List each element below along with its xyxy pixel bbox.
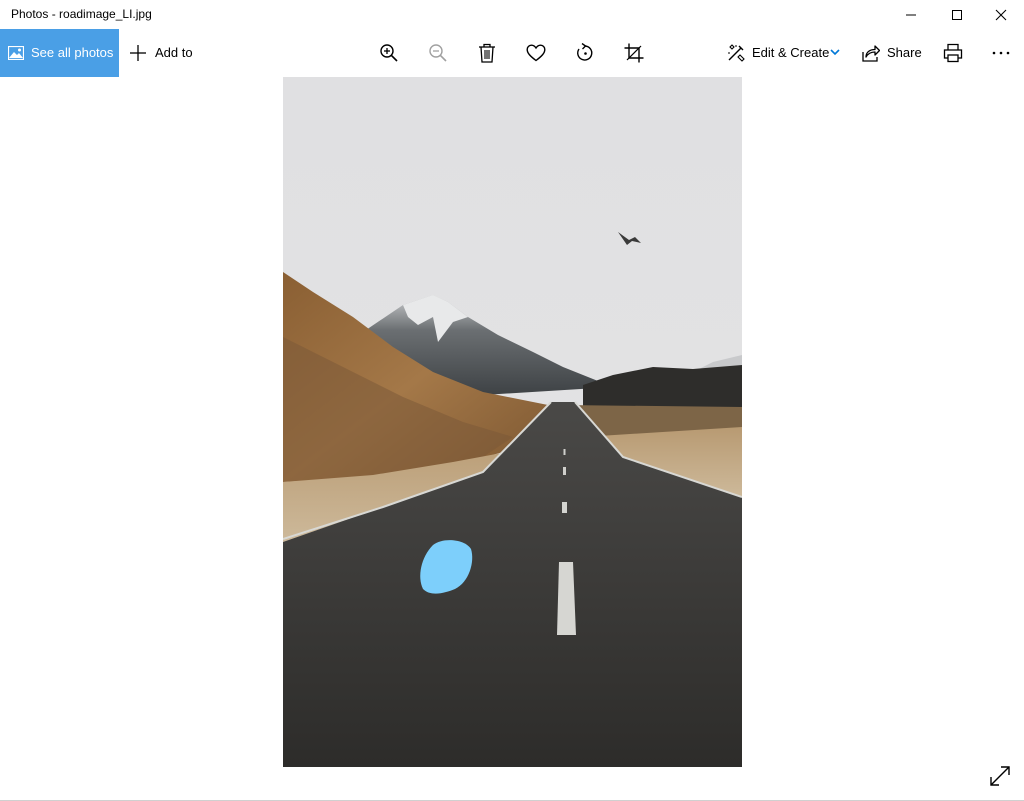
photos-app: Photos - roadimage_LI.jpg See all photos… (0, 0, 1024, 801)
crop-icon (624, 43, 644, 63)
add-to-label: Add to (155, 45, 193, 60)
close-icon (995, 9, 1007, 20)
crop-button[interactable] (623, 42, 645, 64)
photo-icon (8, 46, 24, 60)
edit-create-icon (728, 44, 745, 62)
photo-view[interactable] (283, 77, 742, 767)
rotate-button[interactable] (574, 42, 596, 64)
window-title: Photos - roadimage_LI.jpg (11, 7, 152, 21)
zoom-out-button[interactable] (427, 42, 449, 64)
print-icon (943, 43, 963, 63)
minimize-icon (906, 14, 916, 15)
maximize-button[interactable] (934, 0, 980, 29)
add-to-button[interactable]: Add to (127, 29, 199, 77)
close-button[interactable] (978, 0, 1024, 29)
share-button[interactable]: Share (860, 29, 924, 77)
trash-icon (479, 43, 495, 63)
fullscreen-button[interactable] (988, 764, 1012, 788)
heart-icon (526, 44, 546, 62)
zoom-out-icon (429, 44, 447, 62)
road-photo (283, 77, 742, 767)
minimize-button[interactable] (888, 0, 934, 29)
delete-button[interactable] (476, 42, 498, 64)
edit-create-label: Edit & Create (752, 45, 830, 60)
chevron-down-icon (830, 49, 840, 56)
zoom-in-icon (380, 44, 398, 62)
share-icon (862, 45, 880, 62)
rotate-icon (577, 43, 593, 61)
more-button[interactable] (990, 42, 1012, 64)
print-button[interactable] (942, 42, 964, 64)
title-bar: Photos - roadimage_LI.jpg (0, 0, 1024, 29)
see-all-photos-button[interactable]: See all photos (0, 29, 119, 77)
toolbar: See all photos Add to Edit & Create Shar… (0, 29, 1024, 77)
see-all-photos-label: See all photos (31, 45, 114, 60)
favorite-button[interactable] (525, 42, 547, 64)
more-icon (992, 51, 1010, 55)
plus-icon (130, 45, 146, 61)
expand-icon (990, 766, 1010, 786)
share-label: Share (887, 45, 922, 60)
edit-create-button[interactable]: Edit & Create (724, 29, 844, 77)
zoom-in-button[interactable] (378, 42, 400, 64)
maximize-icon (952, 9, 962, 20)
